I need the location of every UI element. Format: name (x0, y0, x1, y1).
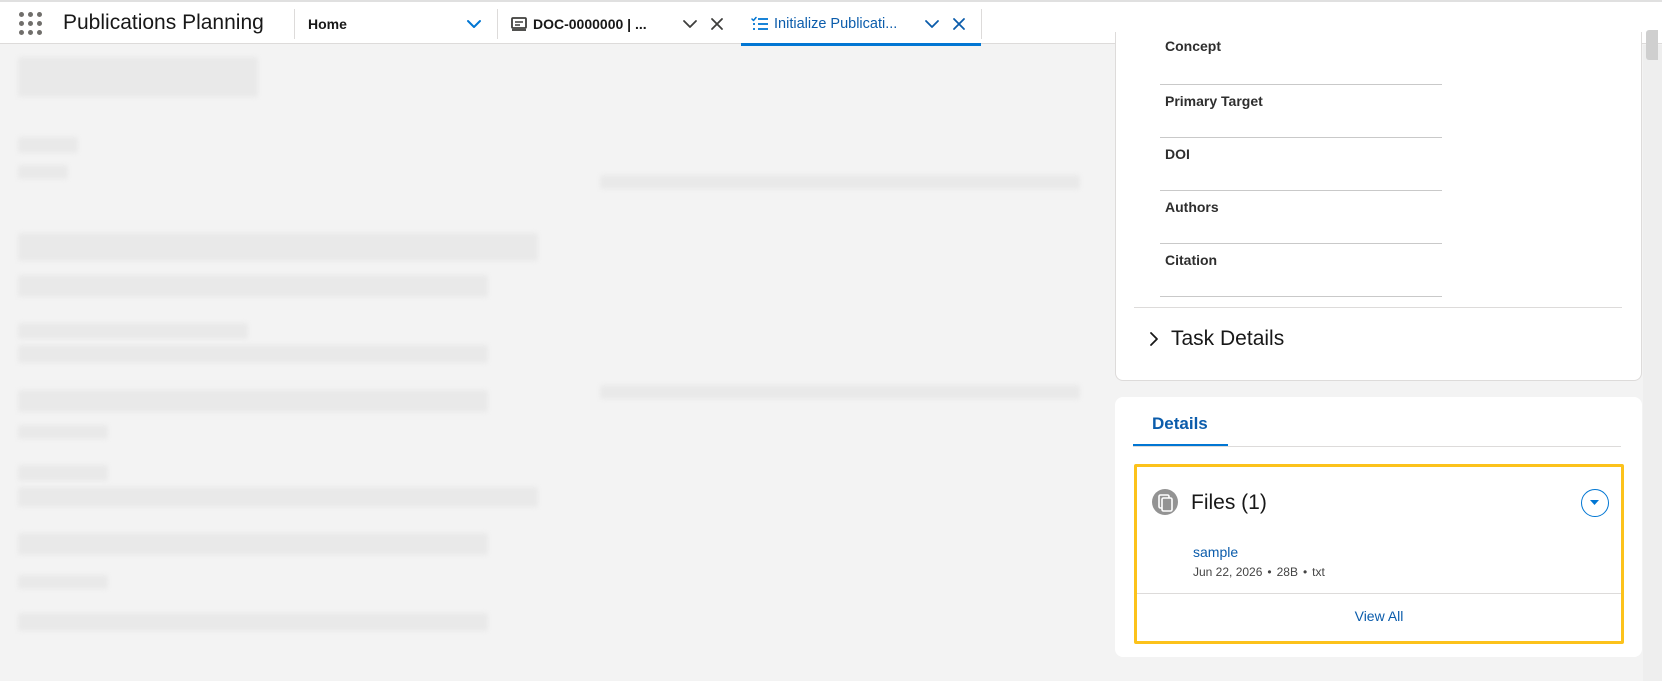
field-concept: Concept (1160, 32, 1442, 85)
document-record-icon (510, 16, 528, 32)
tab-doc-chevron-down-icon[interactable] (680, 15, 700, 33)
app-name: Publications Planning (63, 11, 264, 34)
files-related-list: Files (1) sample Jun 22, 2026 • 28B • txt Vi… (1134, 464, 1624, 644)
files-title: Files (1) (1191, 491, 1267, 514)
file-date: Jun 22, 2026 (1193, 565, 1263, 579)
nav-divider (497, 9, 498, 39)
meta-separator: • (1267, 565, 1272, 579)
field-authors: Authors (1160, 191, 1442, 244)
file-type: txt (1312, 565, 1325, 579)
chevron-right-icon (1146, 330, 1162, 348)
file-meta: Jun 22, 2026 • 28B • txt (1193, 565, 1325, 579)
tab-details[interactable]: Details (1133, 407, 1228, 447)
tab-underline-rule (1133, 446, 1621, 447)
field-label-citation: Citation (1165, 252, 1218, 268)
tab-details-label: Details (1152, 414, 1208, 433)
app-launcher-icon[interactable] (18, 11, 44, 37)
field-label-doi: DOI (1165, 146, 1190, 162)
tab-initialize-label: Initialize Publicati... (774, 16, 898, 32)
tab-doc-label: DOC-0000000 | ... (533, 16, 647, 32)
utility-edge-strip (1643, 45, 1662, 681)
panel-collapse-handle[interactable] (1646, 30, 1658, 60)
field-primary-target: Primary Target (1160, 85, 1442, 138)
files-icon (1152, 489, 1178, 515)
field-label-primary-target: Primary Target (1165, 93, 1263, 109)
view-all-link[interactable]: View All (1137, 608, 1621, 624)
file-size: 28B (1276, 565, 1298, 579)
record-fields-card: Concept Primary Target DOI Authors Citat… (1115, 32, 1642, 381)
tab-doc-close-icon[interactable] (708, 15, 726, 33)
meta-separator: • (1302, 565, 1308, 579)
nav-divider (981, 9, 982, 39)
field-label-authors: Authors (1165, 199, 1219, 215)
task-details-section-toggle[interactable]: Task Details (1146, 317, 1446, 363)
tab-home[interactable]: Home (296, 2, 452, 46)
tab-initialize-publication[interactable]: Initialize Publicati... (741, 2, 981, 46)
nav-menu-chevron-down-icon[interactable] (462, 14, 486, 34)
task-list-icon (751, 16, 769, 32)
section-divider (1134, 307, 1622, 308)
task-details-title: Task Details (1171, 327, 1285, 350)
file-link-sample[interactable]: sample (1193, 544, 1238, 560)
tab-initialize-chevron-down-icon[interactable] (922, 15, 942, 33)
tab-initialize-close-icon[interactable] (950, 15, 968, 33)
files-menu-dropdown-icon[interactable] (1581, 489, 1609, 517)
tab-doc-record[interactable]: DOC-0000000 | ... (500, 2, 740, 46)
files-footer-divider (1137, 593, 1621, 594)
tab-home-label: Home (308, 16, 347, 32)
field-label-concept: Concept (1165, 38, 1221, 54)
details-card: Details Files (1) sample Jun 22, 2026 • 28… (1115, 397, 1642, 657)
field-citation: Citation (1160, 244, 1442, 297)
nav-divider (294, 9, 295, 39)
blurred-record-detail-area (0, 45, 1100, 681)
field-doi: DOI (1160, 138, 1442, 191)
